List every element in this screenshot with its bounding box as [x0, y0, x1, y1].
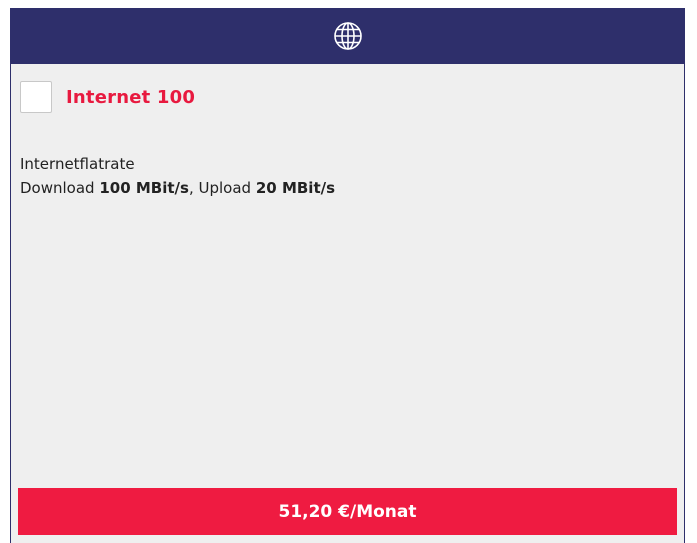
- product-title-row: Internet 100: [20, 81, 195, 113]
- price-label: 51,20 €/Monat: [278, 501, 417, 522]
- description-line-1: Internetflatrate: [20, 155, 135, 173]
- product-select-checkbox[interactable]: [20, 81, 52, 113]
- card-header: [11, 8, 684, 64]
- description-line-2: Download 100 MBit/s, Upload 20 MBit/s: [20, 176, 335, 200]
- download-speed: 100 MBit/s: [99, 179, 189, 197]
- product-description: Internetflatrate Download 100 MBit/s, Up…: [20, 152, 335, 200]
- price-button[interactable]: 51,20 €/Monat: [18, 488, 677, 535]
- globe-icon: [333, 22, 362, 50]
- upload-speed: 20 MBit/s: [255, 179, 336, 197]
- download-label: Download: [20, 179, 100, 197]
- product-name: Internet 100: [66, 86, 196, 108]
- product-card: Internet 100 Internetflatrate Download 1…: [10, 8, 685, 543]
- upload-label: , Upload: [188, 179, 256, 197]
